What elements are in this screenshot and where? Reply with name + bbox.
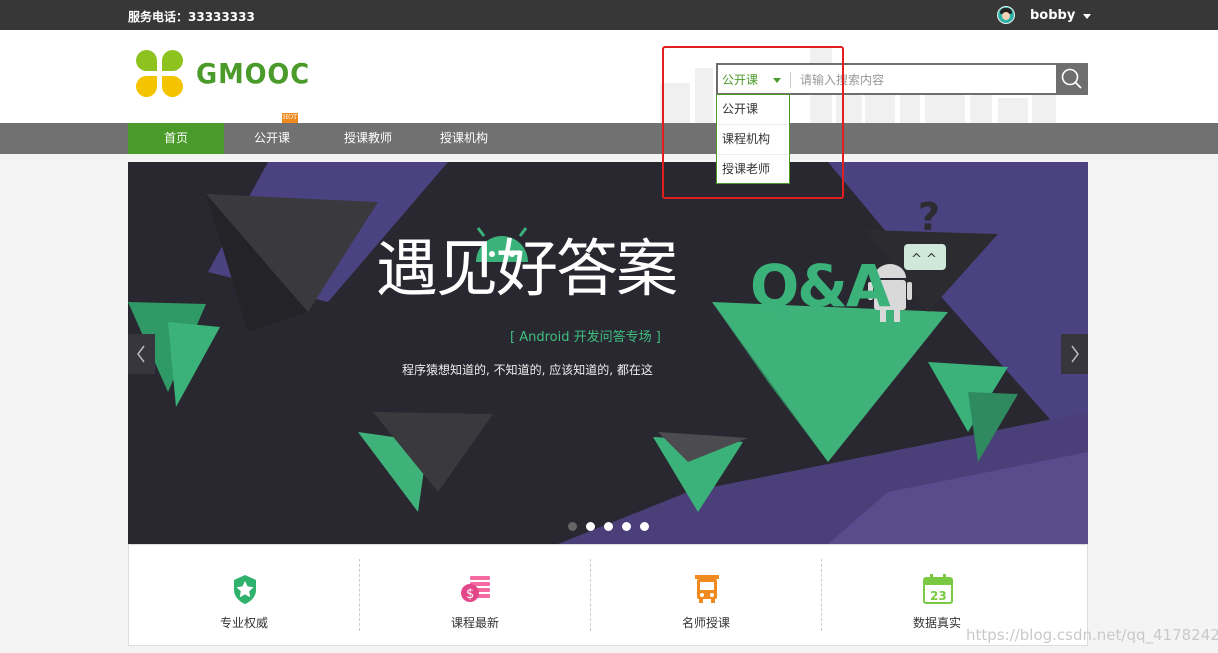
- service-phone: 服务电话：33333333: [128, 10, 255, 24]
- teacher-icon: [695, 575, 719, 603]
- header: GMOOC 公开课: [0, 30, 1218, 123]
- watermark-text: https://blog.csdn.net/qq_41782425: [966, 626, 1218, 644]
- search-input[interactable]: [798, 68, 1052, 92]
- features-strip: 专业权威 $ 课程最新 名师授课 23 数据真实: [128, 544, 1088, 646]
- feature-authority: 专业权威: [129, 545, 359, 645]
- carousel-dot[interactable]: [640, 522, 649, 531]
- nav-item-open-courses[interactable]: 公开课: [224, 123, 320, 154]
- svg-text:23: 23: [930, 589, 947, 603]
- feature-latest: $ 课程最新: [360, 545, 590, 645]
- user-menu[interactable]: bobby: [997, 5, 1092, 25]
- nav-item-organizations[interactable]: 授课机构: [416, 123, 512, 154]
- dropdown-option[interactable]: 授课老师: [717, 155, 789, 184]
- banner-artwork: ^ ^ ?: [128, 162, 1088, 544]
- svg-text:$: $: [466, 587, 474, 602]
- logo-icon[interactable]: [136, 50, 184, 98]
- banner-description: 程序猿想知道的, 不知道的, 应该知道的, 都在这: [402, 363, 653, 377]
- search-button[interactable]: [1056, 63, 1088, 95]
- search-category-select[interactable]: 公开课: [722, 71, 758, 88]
- main-nav: 首页 公开课 授课教师 授课机构: [0, 123, 1218, 154]
- dropdown-option[interactable]: 公开课: [717, 95, 789, 125]
- search-box: 公开课: [716, 63, 1088, 95]
- chevron-left-icon: [137, 345, 145, 363]
- feature-label: 名师授课: [681, 616, 730, 630]
- feature-label: 课程最新: [450, 616, 499, 630]
- banner-subtitle: [ Android 开发问答专场 ]: [510, 330, 661, 345]
- svg-text:^ ^: ^ ^: [911, 252, 937, 267]
- search-category-dropdown: 公开课 课程机构 授课老师: [716, 94, 790, 184]
- chevron-down-icon[interactable]: [1083, 13, 1092, 19]
- carousel-dot[interactable]: [604, 522, 613, 531]
- banner-carousel[interactable]: ^ ^ ? 遇见好答案 [ Android 开发问答专场 ] 程序猿想知道的, …: [128, 162, 1088, 544]
- badge-star-icon: [234, 575, 256, 604]
- avatar[interactable]: [997, 6, 1015, 24]
- coins-icon: $: [461, 576, 490, 602]
- dropdown-option[interactable]: 课程机构: [717, 125, 789, 155]
- banner-title: 遇见好答案: [376, 232, 678, 305]
- hot-badge: HOT: [282, 113, 298, 123]
- nav-item-teachers[interactable]: 授课教师: [320, 123, 416, 154]
- carousel-next-button[interactable]: [1061, 334, 1088, 374]
- carousel-dot[interactable]: [568, 522, 577, 531]
- divider: [790, 72, 791, 88]
- feature-label: 专业权威: [219, 616, 268, 630]
- svg-text:?: ?: [918, 195, 940, 239]
- qa-badge: Q&A: [750, 252, 891, 320]
- search-icon: [1061, 68, 1082, 89]
- feature-teachers: 名师授课: [591, 545, 821, 645]
- chevron-down-icon[interactable]: [773, 78, 781, 83]
- carousel-prev-button[interactable]: [128, 334, 155, 374]
- top-bar: 服务电话：33333333 bobby: [0, 0, 1218, 30]
- username[interactable]: bobby: [1030, 8, 1075, 23]
- carousel-dot[interactable]: [586, 522, 595, 531]
- nav-item-home[interactable]: 首页: [128, 123, 224, 154]
- carousel-dot[interactable]: [622, 522, 631, 531]
- carousel-dots: [568, 522, 658, 531]
- brand-name[interactable]: GMOOC: [196, 57, 310, 90]
- chevron-right-icon: [1071, 345, 1079, 363]
- calendar-icon: 23: [923, 574, 953, 604]
